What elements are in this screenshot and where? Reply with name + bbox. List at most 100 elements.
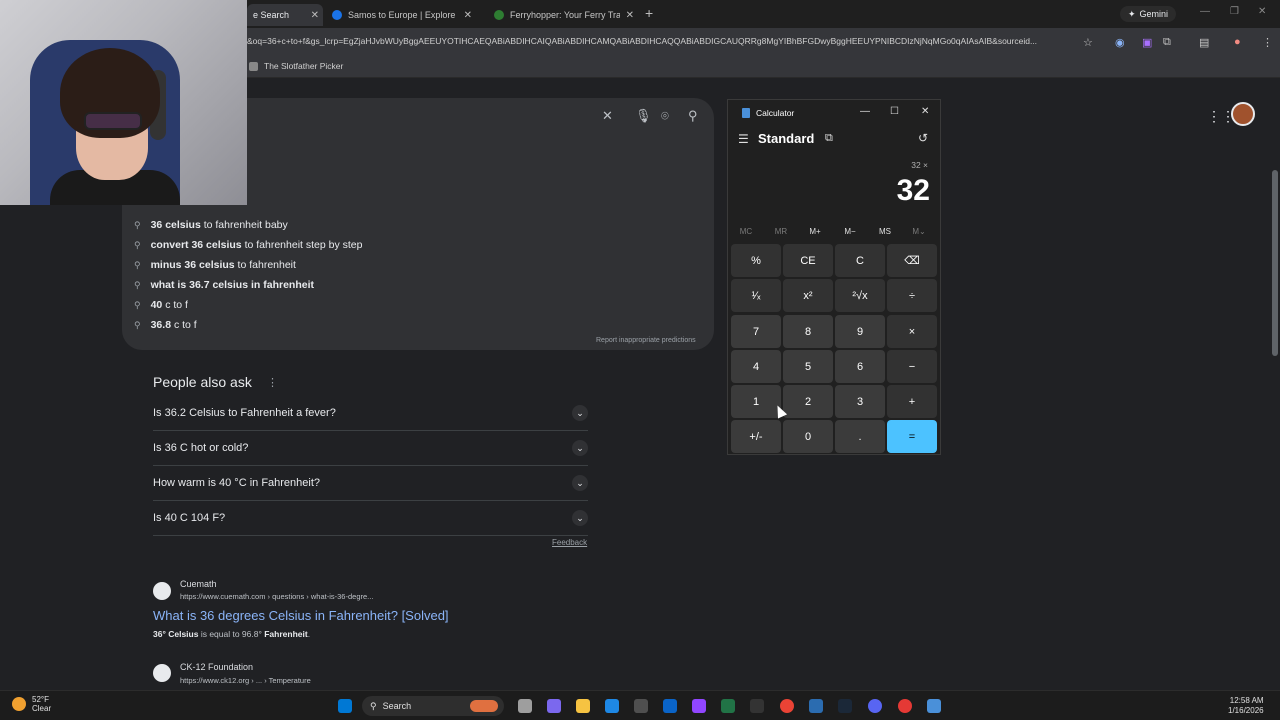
close-tab-icon[interactable]: ✕ — [311, 10, 319, 21]
extensions-puzzle-icon[interactable]: ⧉ — [1163, 36, 1171, 49]
clear-entry-button[interactable]: CE — [783, 244, 833, 277]
gemini-button[interactable]: ✦ Gemini — [1120, 6, 1177, 22]
multiply-button[interactable]: × — [887, 315, 937, 348]
discord-icon[interactable] — [868, 699, 882, 713]
more-options-icon[interactable]: ⋮ — [267, 376, 278, 389]
digit-1-button[interactable]: 1 — [731, 385, 781, 418]
profile-icon[interactable]: ● — [1234, 36, 1241, 48]
voice-search-icon[interactable]: 🎙 — [635, 108, 652, 124]
suggestion-item[interactable]: ⚲ minus 36 celsius to fahrenheit — [134, 259, 296, 271]
bookmark-star-icon[interactable]: ☆ — [1083, 36, 1093, 49]
paa-question[interactable]: Is 40 C 104 F? ⌄ — [153, 501, 588, 536]
chevron-down-icon: ⌄ — [572, 510, 588, 526]
taskbar-search[interactable]: ⚲ Search — [362, 696, 504, 716]
steam-icon[interactable] — [838, 699, 852, 713]
digit-7-button[interactable]: 7 — [731, 315, 781, 348]
suggestion-item[interactable]: ⚲ 36.8 c to f — [134, 319, 197, 331]
result-url[interactable]: https://www.cuemath.com › questions › wh… — [180, 592, 373, 601]
minimize-icon[interactable]: — — [1200, 6, 1210, 17]
result-title-link[interactable]: What is 36 degrees Celsius in Fahrenheit… — [153, 608, 449, 623]
percent-button[interactable]: % — [731, 244, 781, 277]
extension-icon[interactable]: ◉ — [1115, 36, 1125, 49]
minimize-icon[interactable]: — — [860, 106, 870, 117]
decimal-button[interactable]: . — [835, 420, 885, 453]
reciprocal-button[interactable]: ¹⁄ₓ — [731, 279, 781, 312]
calculator-taskbar-icon[interactable] — [927, 699, 941, 713]
tab-search[interactable]: e Search ✕ — [247, 4, 323, 26]
digit-4-button[interactable]: 4 — [731, 350, 781, 383]
suggestion-item[interactable]: ⚲ convert 36 celsius to fahrenheit step b… — [134, 239, 362, 251]
app-icon[interactable] — [898, 699, 912, 713]
memory-clear-button[interactable]: MC — [731, 227, 761, 236]
memory-subtract-button[interactable]: M− — [835, 227, 865, 236]
system-clock[interactable]: 12:58 AM 1/16/2026 — [1228, 696, 1264, 716]
keep-on-top-icon[interactable]: ⧉ — [825, 132, 833, 145]
maximize-icon[interactable]: ☐ — [890, 106, 899, 117]
close-icon[interactable]: ✕ — [1258, 6, 1266, 17]
outlook-icon[interactable] — [663, 699, 677, 713]
digit-9-button[interactable]: 9 — [835, 315, 885, 348]
weather-widget[interactable]: 52°F Clear — [12, 695, 51, 713]
plus-button[interactable]: + — [887, 385, 937, 418]
file-explorer-icon[interactable] — [576, 699, 590, 713]
bookmark-item[interactable]: The Slotfather Picker — [249, 61, 343, 71]
maximize-icon[interactable]: ❐ — [1230, 6, 1239, 17]
equals-button[interactable]: = — [887, 420, 937, 453]
digit-3-button[interactable]: 3 — [835, 385, 885, 418]
memory-add-button[interactable]: M+ — [800, 227, 830, 236]
digit-2-button[interactable]: 2 — [783, 385, 833, 418]
tab-ferryhopper[interactable]: Ferryhopper: Your Ferry Travel C ✕ — [488, 4, 638, 26]
copilot-icon[interactable] — [547, 699, 561, 713]
negate-button[interactable]: +/- — [731, 420, 781, 453]
suggestion-item[interactable]: ⚲ what is 36.7 celsius in fahrenheit — [134, 279, 314, 291]
suggestion-item[interactable]: ⚲ 36 celsius to fahrenheit baby — [134, 219, 288, 231]
search-icon: ⚲ — [134, 219, 141, 230]
clear-search-icon[interactable]: ✕ — [602, 108, 613, 124]
digit-6-button[interactable]: 6 — [835, 350, 885, 383]
paa-question[interactable]: How warm is 40 °C in Fahrenheit? ⌄ — [153, 466, 588, 501]
history-icon[interactable]: ↺ — [918, 131, 928, 145]
url-field[interactable]: &oq=36+c+to+f&gs_lcrp=EgZjaHJvbWUyBggAEE… — [247, 36, 1077, 46]
memory-list-button[interactable]: M⌄ — [904, 227, 934, 236]
app-icon[interactable] — [809, 699, 823, 713]
memory-store-button[interactable]: MS — [870, 227, 900, 236]
digit-8-button[interactable]: 8 — [783, 315, 833, 348]
chrome-icon[interactable] — [780, 699, 794, 713]
report-predictions-link[interactable]: Report inappropriate predictions — [596, 337, 696, 344]
task-view-icon[interactable] — [518, 699, 532, 713]
digit-0-button[interactable]: 0 — [783, 420, 833, 453]
lens-search-icon[interactable]: ⌾ — [661, 108, 669, 124]
backspace-button[interactable]: ⌫ — [887, 244, 937, 277]
tab-samos[interactable]: Samos to Europe | Explore ✕ — [326, 4, 476, 26]
epic-games-icon[interactable] — [750, 699, 764, 713]
scrollbar-thumb[interactable] — [1272, 170, 1278, 356]
twitch-icon[interactable] — [692, 699, 706, 713]
clear-button[interactable]: C — [835, 244, 885, 277]
sidepanel-icon[interactable]: ▤ — [1199, 36, 1209, 49]
paa-question[interactable]: Is 36.2 Celsius to Fahrenheit a fever? ⌄ — [153, 396, 588, 431]
store-icon[interactable] — [634, 699, 648, 713]
divide-button[interactable]: ÷ — [887, 279, 937, 312]
memory-recall-button[interactable]: MR — [766, 227, 796, 236]
new-tab-button[interactable]: + — [645, 5, 653, 21]
paa-question[interactable]: Is 36 C hot or cold? ⌄ — [153, 431, 588, 466]
hamburger-menu-icon[interactable]: ☰ — [738, 132, 749, 146]
suggestion-item[interactable]: ⚲ 40 c to f — [134, 299, 188, 311]
twitch-icon[interactable]: ▣ — [1142, 36, 1152, 49]
minus-button[interactable]: − — [887, 350, 937, 383]
page-scrollbar[interactable] — [1270, 78, 1280, 690]
edge-icon[interactable] — [605, 699, 619, 713]
search-icon[interactable]: ⚲ — [688, 108, 698, 124]
menu-kebab-icon[interactable]: ⋮ — [1262, 36, 1273, 49]
square-root-button[interactable]: ²√x — [835, 279, 885, 312]
close-tab-icon[interactable]: ✕ — [626, 10, 634, 21]
square-button[interactable]: x² — [783, 279, 833, 312]
close-icon[interactable]: ✕ — [921, 106, 929, 117]
feedback-link[interactable]: Feedback — [552, 538, 587, 547]
close-tab-icon[interactable]: ✕ — [464, 10, 472, 21]
excel-icon[interactable] — [721, 699, 735, 713]
result-url[interactable]: https://www.ck12.org › ... › Temperature — [180, 676, 311, 685]
start-icon[interactable] — [338, 699, 352, 713]
digit-5-button[interactable]: 5 — [783, 350, 833, 383]
account-avatar[interactable] — [1231, 102, 1255, 126]
